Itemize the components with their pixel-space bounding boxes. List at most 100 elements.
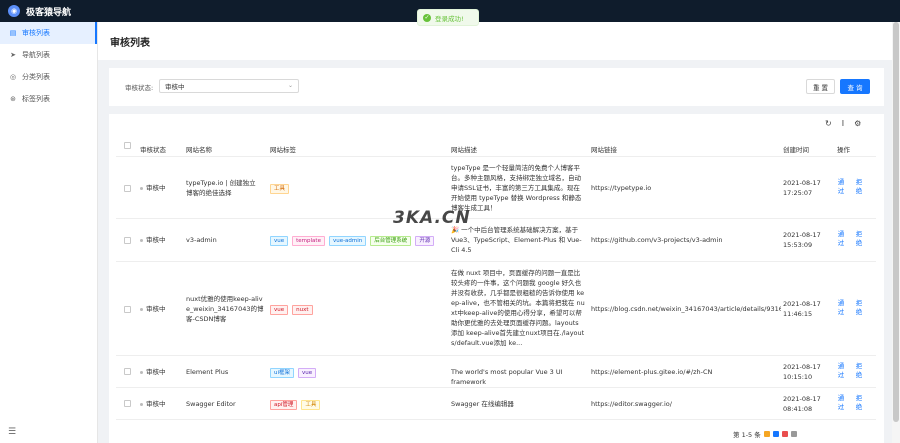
column-header-desc: 网站描述 (451, 146, 477, 154)
column-header-tags: 网站标签 (270, 146, 296, 154)
row-checkbox[interactable] (124, 185, 131, 192)
sidebar-item-audit-list[interactable]: ▤ 审核列表 (0, 22, 97, 44)
row-created-time: 2021-08-17 11:46:15 (783, 300, 821, 318)
site-tag: 工具 (301, 400, 321, 410)
site-tag: vue (270, 236, 289, 246)
status-dot-icon (140, 186, 143, 190)
column-header-status: 审核状态 (140, 146, 166, 154)
row-site-name: nuxt优雅的使用keep-alive_weixin_34167043的博客-C… (186, 295, 264, 323)
table-row: 审核中 Element Plus ui框架 vue The world's mos… (116, 356, 876, 388)
row-checkbox[interactable] (124, 306, 131, 313)
row-tags: vue template vue-admin 后台管理系统 开源 (270, 235, 438, 246)
sidebar-item-nav-list[interactable]: ➤ 导航列表 (0, 44, 97, 66)
compass-icon[interactable]: ◉ (8, 5, 20, 17)
row-link[interactable]: https://editor.swagger.io/ (591, 399, 672, 409)
sidebar-item-category-list[interactable]: ◎ 分类列表 (0, 66, 97, 88)
tray-icon (763, 431, 770, 437)
filter-panel: 审核状态: 审核中 ⌄ 重 置 查 询 (109, 68, 884, 106)
success-toast: ✓ 登录成功! (417, 9, 479, 26)
row-link[interactable]: https://github.com/v3-projects/v3-admin (591, 235, 722, 245)
row-desc: typeType 是一个轻量简洁的免费个人博客平台。多种主题风格，支持绑定独立域… (451, 164, 582, 212)
status-dot-icon (140, 238, 143, 242)
column-header-actions: 操作 (837, 146, 850, 154)
row-status: 审核中 (140, 367, 166, 377)
row-desc: 在做 nuxt 项目中，页面缓存的问题一直是比较头疼的一件事，这个问题我 goo… (451, 269, 585, 347)
sidebar-item-tag-list[interactable]: ⊛ 标签列表 (0, 88, 97, 110)
status-dot-icon (140, 370, 143, 374)
row-tags: api管理 工具 (270, 399, 324, 410)
page-title: 审核列表 (110, 37, 150, 49)
approve-button[interactable]: 通过 (837, 394, 845, 412)
row-status: 审核中 (140, 304, 166, 314)
row-checkbox[interactable] (124, 237, 131, 244)
row-link[interactable]: https://blog.csdn.net/weixin_34167043/ar… (591, 304, 781, 314)
reject-button[interactable]: 拒绝 (855, 230, 863, 248)
sidebar: ▤ 审核列表 ➤ 导航列表 ◎ 分类列表 ⊛ 标签列表 ☰ (0, 22, 98, 443)
row-site-name: v3-admin (186, 236, 217, 244)
tray-icon (790, 431, 797, 437)
menu-collapse-icon[interactable]: ☰ (8, 427, 16, 437)
site-tag: template (292, 236, 325, 246)
column-header-link: 网站链接 (591, 146, 617, 154)
approve-button[interactable]: 通过 (837, 230, 845, 248)
table-row: 审核中 v3-admin vue template vue-admin 后台管理系统开… (116, 219, 876, 262)
category-icon: ◎ (9, 73, 17, 81)
status-dot-icon (140, 402, 143, 406)
reset-button[interactable]: 重 置 (806, 79, 835, 94)
app-title[interactable]: 极客猿导航 (26, 5, 71, 18)
pagination-summary: 第 1-5 条 (733, 431, 761, 439)
row-tags: ui框架 vue (270, 367, 320, 378)
reload-icon[interactable]: ↻ (825, 119, 832, 128)
row-site-name: Swagger Editor (186, 400, 236, 408)
chevron-down-icon: ⌄ (287, 82, 293, 89)
select-all-checkbox[interactable] (124, 142, 131, 149)
site-tag: 后台管理系统 (370, 236, 412, 246)
approve-button[interactable]: 通过 (837, 362, 845, 380)
row-desc: 🎉 一个中后台管理系统基础解决方案，基于 Vue3、TypeScript、Ele… (451, 226, 582, 254)
column-header-time: 创建时间 (783, 146, 809, 154)
site-tag: nuxt (292, 305, 313, 315)
reject-button[interactable]: 拒绝 (855, 362, 863, 380)
site-tag: 工具 (270, 184, 290, 194)
row-desc: Swagger 在线编辑器 (451, 400, 514, 408)
tray-icon (772, 431, 779, 437)
table-row: 审核中 typeType.io | 创建独立博客的绝佳选择 工具 typeTyp… (116, 157, 876, 219)
site-tag: ui框架 (270, 368, 295, 378)
page-header: 审核列表 (98, 22, 892, 60)
audit-table-card: ↻ Ⅰ ⚙ 审核状态 网站名称 网站标签 网站描述 网站链接 创建时间 操作 审… (109, 114, 884, 443)
pagination: 第 1-5 条 (733, 429, 797, 439)
table-toolbar: ↻ Ⅰ ⚙ (825, 119, 861, 128)
approve-button[interactable]: 通过 (837, 299, 845, 317)
row-created-time: 2021-08-17 08:41:08 (783, 395, 821, 413)
row-status: 审核中 (140, 235, 166, 245)
row-site-name: typeType.io | 创建独立博客的绝佳选择 (186, 179, 256, 197)
row-created-time: 2021-08-17 10:15:10 (783, 363, 821, 381)
row-link[interactable]: https://typetype.io (591, 183, 651, 193)
site-tag: vue-admin (328, 236, 367, 246)
row-status: 审核中 (140, 183, 166, 193)
audit-doc-icon: ▤ (9, 29, 17, 37)
query-button[interactable]: 查 询 (840, 79, 870, 94)
sidebar-item-label: 标签列表 (22, 95, 50, 103)
row-checkbox[interactable] (124, 368, 131, 375)
row-created-time: 2021-08-17 17:25:07 (783, 179, 821, 197)
reject-button[interactable]: 拒绝 (855, 178, 863, 196)
row-checkbox[interactable] (124, 400, 131, 407)
row-status: 审核中 (140, 399, 166, 409)
send-icon: ➤ (10, 51, 16, 59)
tray-icon (781, 431, 788, 437)
reject-button[interactable]: 拒绝 (855, 299, 863, 317)
reject-button[interactable]: 拒绝 (855, 394, 863, 412)
density-icon[interactable]: Ⅰ (842, 119, 844, 128)
site-tag: vue (270, 305, 289, 315)
scrollbar-thumb[interactable] (893, 22, 899, 422)
status-filter-select[interactable]: 审核中 ⌄ (159, 79, 299, 93)
sidebar-item-label: 分类列表 (22, 73, 50, 81)
row-link[interactable]: https://element-plus.gitee.io/#/zh-CN (591, 367, 712, 377)
table-row: 审核中 nuxt优雅的使用keep-alive_weixin_34167043的… (116, 262, 876, 356)
vertical-scrollbar[interactable] (892, 22, 900, 443)
site-tag: vue (298, 368, 317, 378)
settings-icon[interactable]: ⚙ (854, 119, 861, 128)
approve-button[interactable]: 通过 (837, 178, 845, 196)
site-tag: 开源 (415, 236, 435, 246)
